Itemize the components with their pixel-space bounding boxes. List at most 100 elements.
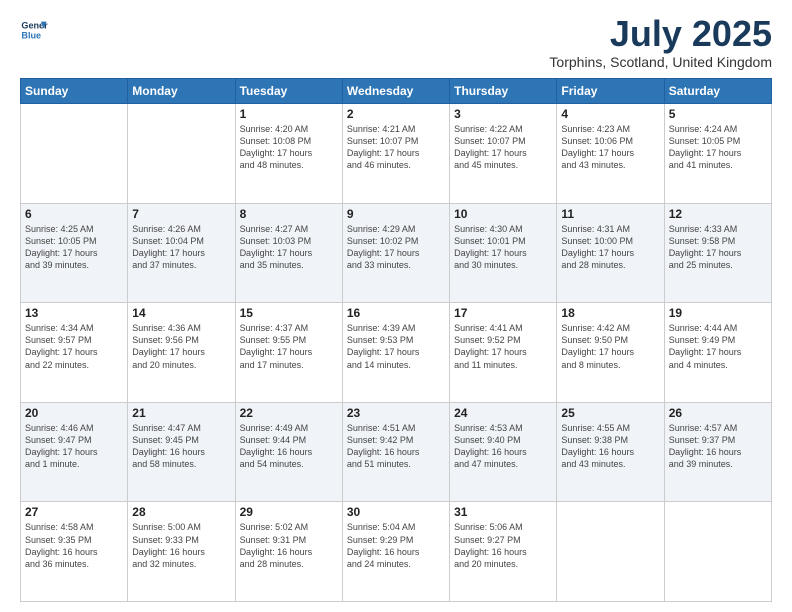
day-number: 10 (454, 207, 552, 221)
day-info: Sunrise: 4:46 AM Sunset: 9:47 PM Dayligh… (25, 422, 123, 471)
calendar-week-row: 20 Sunrise: 4:46 AM Sunset: 9:47 PM Dayli… (21, 402, 772, 502)
day-number: 19 (669, 306, 767, 320)
table-row: 16Sunrise: 4:39 AM Sunset: 9:53 PM Dayli… (342, 303, 449, 403)
table-row (21, 104, 128, 204)
day-info: Sunrise: 4:20 AM Sunset: 10:08 PM Daylig… (240, 123, 338, 172)
col-tuesday: Tuesday (235, 79, 342, 104)
day-info: Sunrise: 4:26 AM Sunset: 10:04 PM Daylig… (132, 223, 230, 272)
day-info: Sunrise: 4:36 AM Sunset: 9:56 PM Dayligh… (132, 322, 230, 371)
table-row: 20 Sunrise: 4:46 AM Sunset: 9:47 PM Dayli… (21, 402, 128, 502)
table-row: 10 Sunrise: 4:30 AM Sunset: 10:01 PM Dayl… (450, 203, 557, 303)
table-row: 30 Sunrise: 5:04 AM Sunset: 9:29 PM Dayli… (342, 502, 449, 602)
title-block: July 2025 Torphins, Scotland, United Kin… (549, 16, 772, 70)
table-row: 18 Sunrise: 4:42 AM Sunset: 9:50 PM Dayli… (557, 303, 664, 403)
day-number: 6 (25, 207, 123, 221)
day-number: 7 (132, 207, 230, 221)
day-number: 25 (561, 406, 659, 420)
table-row: 1 Sunrise: 4:20 AM Sunset: 10:08 PM Dayli… (235, 104, 342, 204)
day-number: 23 (347, 406, 445, 420)
table-row: 11 Sunrise: 4:31 AM Sunset: 10:00 PM Dayl… (557, 203, 664, 303)
calendar-table: Sunday Monday Tuesday Wednesday Thursday… (20, 78, 772, 602)
day-info: Sunrise: 5:06 AM Sunset: 9:27 PM Dayligh… (454, 521, 552, 570)
table-row: 29Sunrise: 5:02 AM Sunset: 9:31 PM Dayli… (235, 502, 342, 602)
table-row: 13 Sunrise: 4:34 AM Sunset: 9:57 PM Dayli… (21, 303, 128, 403)
table-row: 31 Sunrise: 5:06 AM Sunset: 9:27 PM Dayli… (450, 502, 557, 602)
day-info: Sunrise: 4:23 AM Sunset: 10:06 PM Daylig… (561, 123, 659, 172)
day-number: 11 (561, 207, 659, 221)
table-row: 4 Sunrise: 4:23 AM Sunset: 10:06 PM Dayli… (557, 104, 664, 204)
day-info: Sunrise: 4:47 AM Sunset: 9:45 PM Dayligh… (132, 422, 230, 471)
day-info: Sunrise: 4:33 AM Sunset: 9:58 PM Dayligh… (669, 223, 767, 272)
day-info: Sunrise: 4:42 AM Sunset: 9:50 PM Dayligh… (561, 322, 659, 371)
header: General Blue July 2025 Torphins, Scotlan… (20, 16, 772, 70)
day-number: 14 (132, 306, 230, 320)
day-info: Sunrise: 4:27 AM Sunset: 10:03 PM Daylig… (240, 223, 338, 272)
calendar-week-row: 13 Sunrise: 4:34 AM Sunset: 9:57 PM Dayli… (21, 303, 772, 403)
day-number: 30 (347, 505, 445, 519)
calendar-week-row: 1 Sunrise: 4:20 AM Sunset: 10:08 PM Dayli… (21, 104, 772, 204)
day-info: Sunrise: 4:53 AM Sunset: 9:40 PM Dayligh… (454, 422, 552, 471)
day-number: 24 (454, 406, 552, 420)
day-info: Sunrise: 4:58 AM Sunset: 9:35 PM Dayligh… (25, 521, 123, 570)
day-number: 3 (454, 107, 552, 121)
day-number: 18 (561, 306, 659, 320)
day-info: Sunrise: 5:04 AM Sunset: 9:29 PM Dayligh… (347, 521, 445, 570)
table-row: 14 Sunrise: 4:36 AM Sunset: 9:56 PM Dayli… (128, 303, 235, 403)
day-number: 22 (240, 406, 338, 420)
table-row: 12Sunrise: 4:33 AM Sunset: 9:58 PM Dayli… (664, 203, 771, 303)
day-number: 26 (669, 406, 767, 420)
col-saturday: Saturday (664, 79, 771, 104)
table-row: 19 Sunrise: 4:44 AM Sunset: 9:49 PM Dayli… (664, 303, 771, 403)
table-row: 17Sunrise: 4:41 AM Sunset: 9:52 PM Dayli… (450, 303, 557, 403)
table-row (664, 502, 771, 602)
col-sunday: Sunday (21, 79, 128, 104)
day-info: Sunrise: 4:37 AM Sunset: 9:55 PM Dayligh… (240, 322, 338, 371)
day-number: 8 (240, 207, 338, 221)
day-info: Sunrise: 4:49 AM Sunset: 9:44 PM Dayligh… (240, 422, 338, 471)
table-row: 27 Sunrise: 4:58 AM Sunset: 9:35 PM Dayli… (21, 502, 128, 602)
day-info: Sunrise: 4:44 AM Sunset: 9:49 PM Dayligh… (669, 322, 767, 371)
day-info: Sunrise: 4:22 AM Sunset: 10:07 PM Daylig… (454, 123, 552, 172)
day-number: 21 (132, 406, 230, 420)
table-row: 26 Sunrise: 4:57 AM Sunset: 9:37 PM Dayli… (664, 402, 771, 502)
table-row: 23Sunrise: 4:51 AM Sunset: 9:42 PM Dayli… (342, 402, 449, 502)
day-number: 16 (347, 306, 445, 320)
day-info: Sunrise: 4:57 AM Sunset: 9:37 PM Dayligh… (669, 422, 767, 471)
table-row: 9 Sunrise: 4:29 AM Sunset: 10:02 PM Dayli… (342, 203, 449, 303)
col-wednesday: Wednesday (342, 79, 449, 104)
day-number: 17 (454, 306, 552, 320)
col-friday: Friday (557, 79, 664, 104)
table-row (557, 502, 664, 602)
main-title: July 2025 (549, 16, 772, 52)
day-number: 15 (240, 306, 338, 320)
logo: General Blue (20, 16, 48, 44)
page: General Blue July 2025 Torphins, Scotlan… (0, 0, 792, 612)
table-row: 6Sunrise: 4:25 AM Sunset: 10:05 PM Dayli… (21, 203, 128, 303)
day-info: Sunrise: 4:29 AM Sunset: 10:02 PM Daylig… (347, 223, 445, 272)
table-row: 24 Sunrise: 4:53 AM Sunset: 9:40 PM Dayli… (450, 402, 557, 502)
day-number: 1 (240, 107, 338, 121)
table-row: 28 Sunrise: 5:00 AM Sunset: 9:33 PM Dayli… (128, 502, 235, 602)
day-number: 27 (25, 505, 123, 519)
day-number: 13 (25, 306, 123, 320)
day-number: 2 (347, 107, 445, 121)
day-number: 9 (347, 207, 445, 221)
day-info: Sunrise: 4:21 AM Sunset: 10:07 PM Daylig… (347, 123, 445, 172)
day-number: 28 (132, 505, 230, 519)
day-number: 29 (240, 505, 338, 519)
logo-icon: General Blue (20, 16, 48, 44)
day-info: Sunrise: 4:55 AM Sunset: 9:38 PM Dayligh… (561, 422, 659, 471)
day-number: 31 (454, 505, 552, 519)
table-row: 8 Sunrise: 4:27 AM Sunset: 10:03 PM Dayli… (235, 203, 342, 303)
day-info: Sunrise: 4:30 AM Sunset: 10:01 PM Daylig… (454, 223, 552, 272)
day-info: Sunrise: 4:34 AM Sunset: 9:57 PM Dayligh… (25, 322, 123, 371)
table-row: 5Sunrise: 4:24 AM Sunset: 10:05 PM Dayli… (664, 104, 771, 204)
table-row: 25 Sunrise: 4:55 AM Sunset: 9:38 PM Dayli… (557, 402, 664, 502)
col-thursday: Thursday (450, 79, 557, 104)
day-number: 20 (25, 406, 123, 420)
day-info: Sunrise: 4:31 AM Sunset: 10:00 PM Daylig… (561, 223, 659, 272)
table-row: 2 Sunrise: 4:21 AM Sunset: 10:07 PM Dayli… (342, 104, 449, 204)
table-row: 22 Sunrise: 4:49 AM Sunset: 9:44 PM Dayli… (235, 402, 342, 502)
day-info: Sunrise: 5:00 AM Sunset: 9:33 PM Dayligh… (132, 521, 230, 570)
day-number: 4 (561, 107, 659, 121)
